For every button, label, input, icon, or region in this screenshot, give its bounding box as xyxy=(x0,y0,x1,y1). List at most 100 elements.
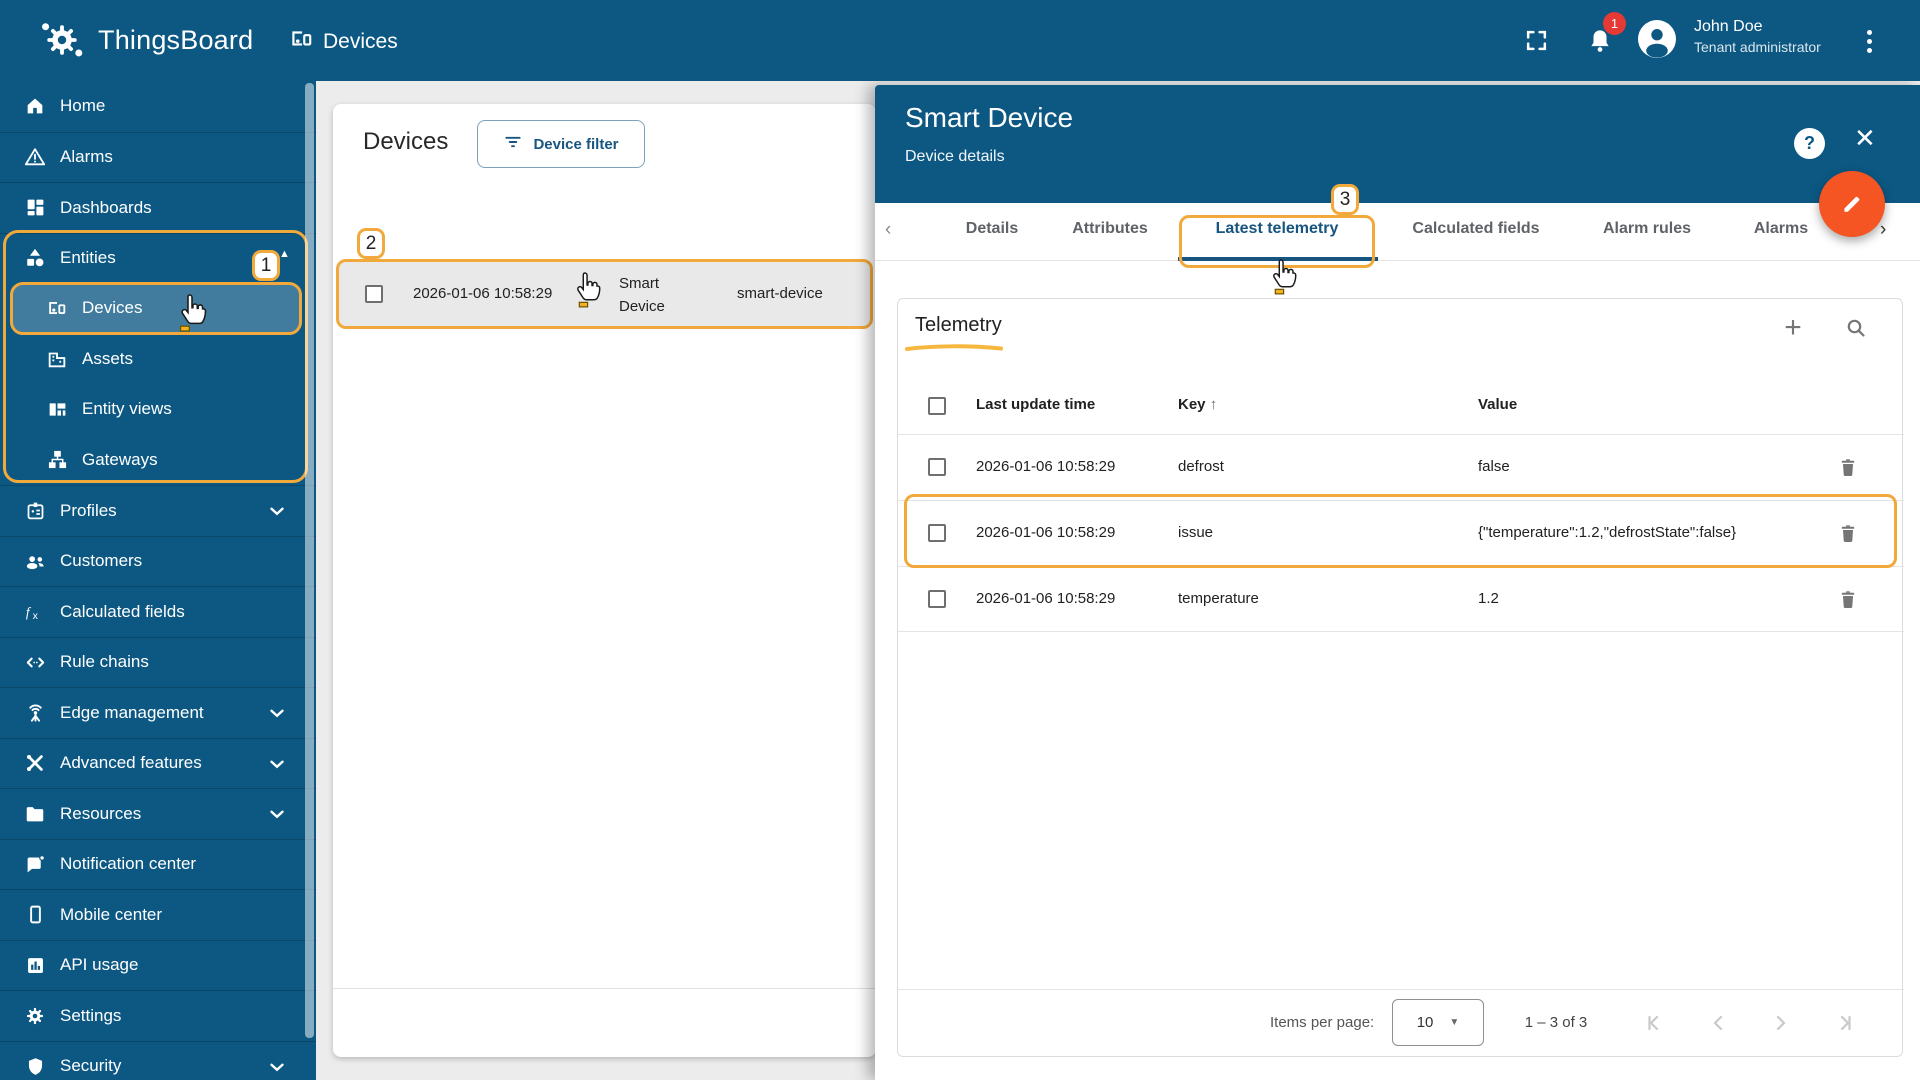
sidebar-item-rule-chains[interactable]: Rule chains xyxy=(0,636,316,688)
customers-icon xyxy=(23,549,47,573)
add-telemetry-button[interactable]: + xyxy=(1778,311,1808,344)
first-page-button[interactable] xyxy=(1639,1006,1673,1040)
search-icon[interactable] xyxy=(1841,313,1871,343)
shield-icon xyxy=(23,1054,47,1078)
sidebar-item-devices[interactable]: Devices xyxy=(0,283,316,334)
row-checkbox[interactable] xyxy=(928,458,946,476)
sidebar-item-home[interactable]: Home xyxy=(0,81,316,132)
device-details-title: Smart Device xyxy=(905,102,1074,133)
tab-alarm-rules[interactable]: Alarm rules xyxy=(1603,220,1691,238)
device-details-subtitle: Device details xyxy=(905,148,1005,165)
column-key[interactable]: Key ↑ xyxy=(1178,396,1217,413)
cell-time: 2026-01-06 10:58:29 xyxy=(976,590,1116,607)
sidebar-item-mobile-center[interactable]: Mobile center xyxy=(0,889,316,940)
row-checkbox[interactable] xyxy=(928,524,946,542)
next-page-button[interactable] xyxy=(1763,1006,1797,1040)
select-all-checkbox[interactable] xyxy=(928,397,946,415)
help-icon[interactable]: ? xyxy=(1794,128,1825,159)
devices-icon xyxy=(45,296,69,320)
tabs-forward-chevron[interactable]: › xyxy=(1880,219,1886,241)
previous-page-button[interactable] xyxy=(1702,1006,1736,1040)
telemetry-row-defrost[interactable]: 2026-01-06 10:58:29 defrost false xyxy=(898,434,1904,500)
cell-value: 1.2 xyxy=(1478,590,1499,607)
annotation-step-1: 1 xyxy=(252,250,280,281)
sort-asc-icon: ↑ xyxy=(1209,396,1218,413)
avatar[interactable] xyxy=(1638,20,1676,58)
telemetry-row-temperature[interactable]: 2026-01-06 10:58:29 temperature 1.2 xyxy=(898,566,1904,632)
tab-attributes[interactable]: Attributes xyxy=(1072,220,1148,238)
pencil-icon xyxy=(1844,196,1860,212)
sidebar-item-notification-center[interactable]: Notification center xyxy=(0,838,316,890)
sidebar-item-assets[interactable]: Assets xyxy=(0,334,316,385)
devices-card-title: Devices xyxy=(363,128,449,155)
sidebar-item-gateways[interactable]: Gateways xyxy=(0,435,316,486)
tab-latest-telemetry[interactable]: Latest telemetry xyxy=(1216,220,1339,238)
phone-icon xyxy=(23,903,47,927)
caret-down-icon: ▼ xyxy=(1449,1017,1460,1028)
chevron-down-icon xyxy=(266,803,288,825)
rule-chains-icon xyxy=(23,650,47,674)
user-name: John Doe xyxy=(1694,18,1763,35)
row-checkbox[interactable] xyxy=(365,285,383,303)
sidebar-item-security[interactable]: Security xyxy=(0,1040,316,1080)
chevron-down-icon xyxy=(266,702,288,724)
thingsboard-logo[interactable]: ThingsBoard xyxy=(38,14,253,66)
sidebar-scrollbar[interactable] xyxy=(305,83,314,1038)
annotation-step-3: 3 xyxy=(1331,184,1359,215)
alarm-warning-icon xyxy=(23,145,47,169)
sidebar-item-api-usage[interactable]: API usage xyxy=(0,939,316,991)
chevron-down-icon xyxy=(266,753,288,775)
telemetry-title-underline xyxy=(905,344,1003,351)
delete-icon[interactable] xyxy=(1836,521,1862,547)
column-last-update-time[interactable]: Last update time xyxy=(976,396,1095,413)
cell-time: 2026-01-06 10:58:29 xyxy=(976,524,1116,541)
row-checkbox[interactable] xyxy=(928,590,946,608)
sidebar: Home Alarms Dashboards Entities Devices … xyxy=(0,81,316,1080)
telemetry-card: Telemetry + Last update time Key ↑ Value… xyxy=(897,298,1904,1057)
tabs-back-chevron[interactable]: ‹ xyxy=(885,219,891,241)
sidebar-item-calculated-fields[interactable]: f x Calculated fields xyxy=(0,586,316,637)
delete-icon[interactable] xyxy=(1836,455,1862,481)
items-per-page-select[interactable]: 10 ▼ xyxy=(1392,999,1484,1046)
svg-text:f: f xyxy=(25,605,31,620)
sidebar-item-dashboards[interactable]: Dashboards xyxy=(0,182,316,233)
sidebar-item-settings[interactable]: Settings xyxy=(0,990,316,1041)
chevron-down-icon xyxy=(266,1056,288,1078)
svg-text:x: x xyxy=(32,610,38,622)
device-filter-button[interactable]: Device filter xyxy=(477,120,645,168)
cell-key: temperature xyxy=(1178,590,1259,607)
tab-details[interactable]: Details xyxy=(966,220,1018,238)
sidebar-item-entity-views[interactable]: Entity views xyxy=(0,384,316,435)
notifications-button[interactable]: 1 xyxy=(1583,12,1627,62)
devices-breadcrumb-icon xyxy=(288,26,314,57)
function-icon: f x xyxy=(23,600,47,624)
devices-table-card: Devices Device filter Created time ↓ Nam… xyxy=(333,104,876,1057)
sidebar-item-profiles[interactable]: Profiles xyxy=(0,485,316,536)
edit-fab-button[interactable] xyxy=(1819,171,1885,237)
cell-device-profile: smart-device xyxy=(737,285,823,302)
last-page-button[interactable] xyxy=(1826,1006,1860,1040)
annotation-step-2: 2 xyxy=(357,228,385,259)
entity-views-icon xyxy=(45,397,69,421)
chevron-down-icon xyxy=(266,500,288,522)
tab-calculated-fields[interactable]: Calculated fields xyxy=(1412,220,1539,238)
sidebar-item-customers[interactable]: Customers xyxy=(0,535,316,587)
column-value[interactable]: Value xyxy=(1478,396,1517,413)
cell-created-time: 2026-01-06 10:58:29 xyxy=(413,285,553,302)
cell-key: issue xyxy=(1178,524,1214,541)
fullscreen-icon[interactable] xyxy=(1524,28,1549,58)
close-icon[interactable]: ✕ xyxy=(1854,125,1876,151)
more-menu-icon[interactable] xyxy=(1858,24,1880,58)
device-row-smart-device[interactable]: 2026-01-06 10:58:29 Smart Device smart-d… xyxy=(336,259,873,329)
telemetry-row-issue[interactable]: 2026-01-06 10:58:29 issue {"temperature"… xyxy=(898,500,1904,566)
tools-icon xyxy=(23,751,47,775)
sidebar-item-alarms[interactable]: Alarms xyxy=(0,131,316,183)
sidebar-item-advanced-features[interactable]: Advanced features xyxy=(0,737,316,789)
sidebar-item-resources[interactable]: Resources xyxy=(0,788,316,839)
user-info: John Doe Tenant administrator xyxy=(1694,16,1821,56)
delete-icon[interactable] xyxy=(1836,587,1862,613)
tab-alarms[interactable]: Alarms xyxy=(1754,220,1808,238)
sidebar-item-edge-management[interactable]: Edge management xyxy=(0,687,316,738)
active-tab-underline xyxy=(1178,257,1378,261)
thingsboard-gear-icon xyxy=(38,14,86,66)
